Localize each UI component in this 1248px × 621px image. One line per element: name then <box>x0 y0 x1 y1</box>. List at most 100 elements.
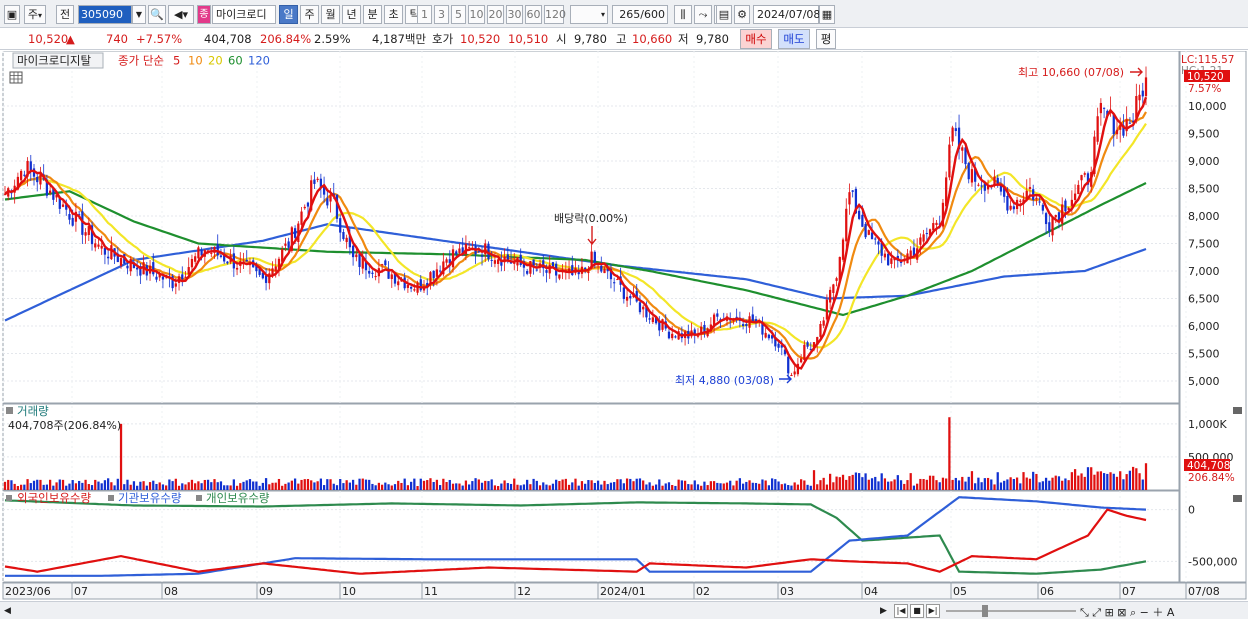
chart-tools-icons[interactable]: ⤡ ⤢ ⊞ ⊠ ⌕ − ＋ A <box>1080 604 1174 620</box>
interval-button-5[interactable]: 5 <box>451 5 466 24</box>
interval-button-1[interactable]: 1 <box>417 5 432 24</box>
candle-icon[interactable]: ⫼ <box>674 5 692 24</box>
candle-body <box>535 269 538 271</box>
candle-body <box>1115 129 1119 135</box>
volume-bar <box>887 481 890 490</box>
volume-bar <box>793 482 796 490</box>
volume-bar <box>964 481 967 490</box>
candle-body <box>877 241 880 245</box>
price-panel[interactable] <box>2 50 1180 404</box>
period-tab-3[interactable]: 년 <box>342 5 361 24</box>
volume-bar <box>165 485 168 490</box>
candle-body <box>303 206 306 209</box>
volume-bar <box>638 478 642 490</box>
candle-body <box>29 161 32 171</box>
volume-panel[interactable] <box>2 403 1180 491</box>
stop-icon[interactable]: ■ <box>910 604 924 618</box>
candle-body <box>545 270 548 273</box>
holdings-indiv-label: 개인보유수량 <box>206 491 270 505</box>
period-tab-0[interactable]: 일 <box>279 5 298 24</box>
period-select[interactable]: 주▾ <box>24 5 46 24</box>
sell-button[interactable]: 매도 <box>778 29 810 49</box>
interval-button-30[interactable]: 30 <box>506 5 523 24</box>
volume-bar <box>271 482 274 490</box>
interval-button-20[interactable]: 20 <box>487 5 504 24</box>
period-tab-2[interactable]: 월 <box>321 5 340 24</box>
candle-body <box>152 262 155 275</box>
candle-body <box>600 265 603 272</box>
volume-bar <box>245 480 248 490</box>
volume-bar <box>123 484 126 490</box>
search-icon[interactable]: 🔍 <box>148 5 166 24</box>
volume-bar <box>832 482 835 490</box>
first-page-icon[interactable]: |◀ <box>894 604 908 618</box>
candle-body <box>558 274 561 279</box>
chart-type-icon[interactable]: ▣ <box>4 5 20 24</box>
volume-bar <box>361 478 364 490</box>
volume-bar <box>1061 480 1064 490</box>
draw-icon[interactable]: ⤳ <box>694 5 712 24</box>
buy-button[interactable]: 매수 <box>740 29 772 49</box>
play-icon[interactable]: ▶| <box>926 604 940 618</box>
interval-button-10[interactable]: 10 <box>468 5 485 24</box>
stock-code-input[interactable]: 305090 <box>78 5 132 24</box>
volume-bar <box>55 482 58 490</box>
period-tab-1[interactable]: 주 <box>300 5 319 24</box>
candle-body <box>226 261 229 264</box>
volume-bar <box>664 483 667 490</box>
volume-bar <box>206 479 210 490</box>
scroll-bar[interactable]: ◀ ▶ |◀ ■ ▶| ⤡ ⤢ ⊞ ⊠ ⌕ − ＋ A <box>0 601 1248 619</box>
candle-body <box>603 268 606 274</box>
volume-bar <box>380 484 384 490</box>
volume-bar <box>1054 475 1057 490</box>
gear-icon[interactable]: ⚙ <box>734 5 750 24</box>
volume-bar <box>10 480 13 490</box>
volume-bar <box>687 484 690 490</box>
volume-bar <box>696 484 700 490</box>
interval-button-3[interactable]: 3 <box>434 5 449 24</box>
sound-icon[interactable]: ◀▾ <box>168 5 194 24</box>
volume-bar <box>194 483 197 490</box>
holdings-close-icon[interactable] <box>1233 495 1242 502</box>
prev-button[interactable]: 전 <box>56 5 74 24</box>
interval-button-120[interactable]: 120 <box>544 5 566 24</box>
change-percent: +7.57% <box>136 32 183 46</box>
chart-area[interactable]: 5,000 5,500 6,000 6,500 7,000 7,500 8,000 8,500… <box>0 50 1248 621</box>
volume-bar <box>754 482 758 490</box>
volume-bar <box>880 473 883 490</box>
volume-bar <box>1044 477 1048 490</box>
interval-custom-select[interactable]: ▾ <box>570 5 608 24</box>
eval-button[interactable]: 평 <box>816 29 836 49</box>
candle-body <box>764 332 767 338</box>
candle-body <box>970 169 974 183</box>
stock-name-field[interactable]: 마이크로디 <box>212 5 276 24</box>
scroll-left-icon[interactable]: ◀ <box>4 605 16 617</box>
volume-bar <box>1006 479 1009 490</box>
scroll-right-icon[interactable]: ▶ <box>880 605 892 617</box>
volume-bar <box>990 479 993 490</box>
high-price: 10,660 <box>632 32 673 46</box>
candle-body <box>584 267 587 270</box>
table-toggle-icon[interactable] <box>9 71 23 84</box>
low-price: 9,780 <box>696 32 729 46</box>
volume-close-icon[interactable] <box>1233 407 1242 414</box>
count-field[interactable]: 265/600 <box>612 5 668 24</box>
date-field[interactable]: 2024/07/08 <box>753 5 820 24</box>
stock-code-dropdown-icon[interactable]: ▼ <box>132 5 146 24</box>
candle-body <box>71 217 74 226</box>
calendar-icon[interactable]: ▦ <box>819 5 835 24</box>
volume-bar <box>500 483 503 490</box>
zoom-slider-track[interactable] <box>946 610 1076 612</box>
volume-bar <box>945 478 948 490</box>
volume-bar <box>677 479 680 490</box>
period-tab-5[interactable]: 초 <box>384 5 403 24</box>
volume-bar <box>538 485 542 490</box>
save-icon[interactable]: ▤ <box>716 5 732 24</box>
period-tab-4[interactable]: 분 <box>363 5 382 24</box>
change-arrow: ▲ <box>66 32 75 46</box>
volume-bar <box>829 473 832 490</box>
zoom-slider-handle[interactable] <box>982 605 988 617</box>
stock-chart[interactable]: 5,000 5,500 6,000 6,500 7,000 7,500 8,000 8,500… <box>0 50 1248 621</box>
volume-bar <box>629 478 632 490</box>
interval-button-60[interactable]: 60 <box>525 5 542 24</box>
